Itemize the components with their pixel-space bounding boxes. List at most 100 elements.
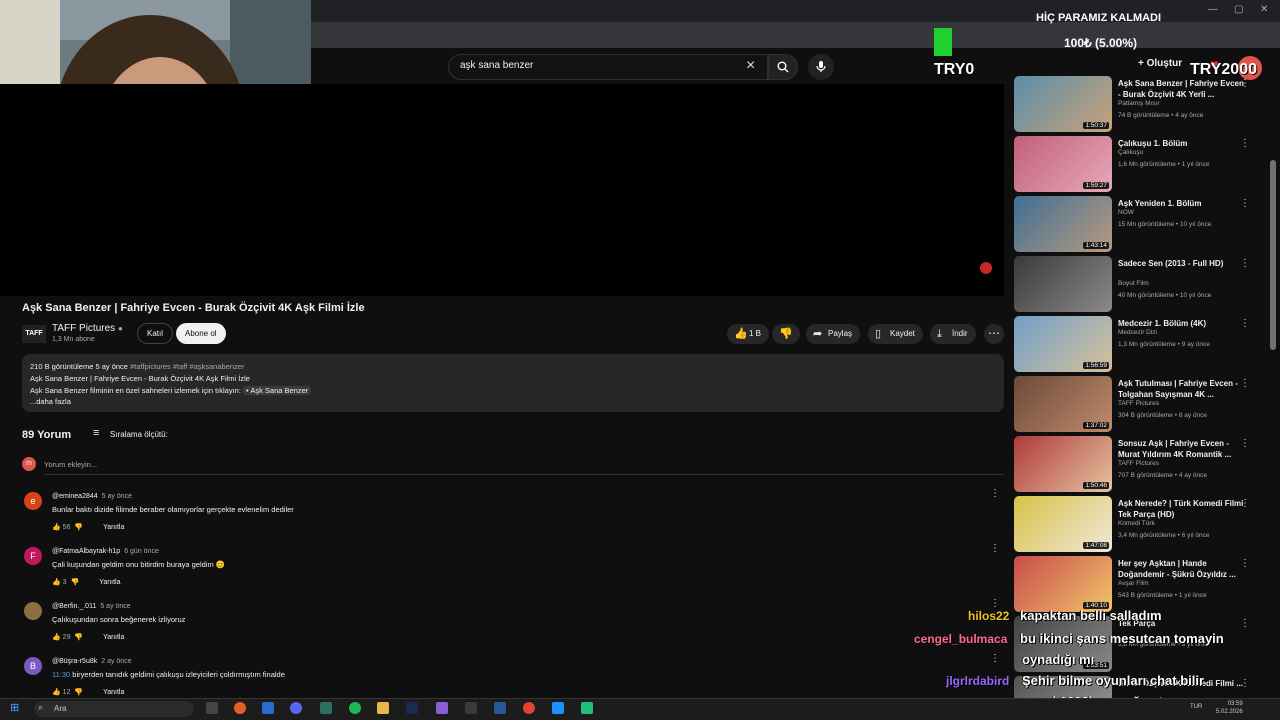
comment-menu-icon[interactable]: ⋮ (990, 653, 1000, 664)
comment-menu-icon[interactable]: ⋮ (990, 488, 1000, 499)
recommended-channel[interactable]: Komedi Türk (1118, 520, 1155, 527)
app-icon[interactable] (320, 702, 332, 714)
download-button[interactable]: ⤓ İndir (930, 324, 976, 344)
video-thumbnail[interactable] (1014, 256, 1112, 312)
spotify-icon[interactable] (349, 702, 361, 714)
dislike-icon[interactable]: 👎 (74, 689, 83, 696)
recommended-video[interactable]: 1:50:46 Sonsuz Aşk | Fahriye Evcen - Mur… (1014, 436, 1264, 494)
recommended-title[interactable]: Sadece Sen (2013 - Full HD) (1118, 258, 1244, 269)
video-thumbnail[interactable]: 1:47:08 (1014, 496, 1112, 552)
recommended-title[interactable]: Her şey Aşktan | Hande Doğandemir - Şükr… (1118, 558, 1244, 580)
comment-avatar[interactable]: F (24, 547, 42, 565)
reply-button[interactable]: Yanıtla (103, 634, 124, 641)
dislike-icon[interactable]: 👎 (74, 524, 83, 531)
app-icon[interactable] (552, 702, 564, 714)
app-icon[interactable] (581, 702, 593, 714)
dislike-button[interactable]: 👎 (772, 324, 800, 344)
recommended-channel[interactable]: TAFF Pictures (1118, 460, 1159, 467)
playlist-link[interactable]: • Aşk Sana Benzer (243, 386, 312, 395)
recommended-video[interactable]: 1:50:37 Aşk Sana Benzer | Fahriye Evcen … (1014, 76, 1264, 134)
recommended-title[interactable]: Aşk Yeniden 1. Bölüm (1118, 198, 1244, 209)
browser-icon[interactable] (234, 702, 246, 714)
keyboard-language[interactable]: TUR (1190, 704, 1202, 710)
search-query[interactable]: aşk sana benzer (460, 60, 533, 71)
comment-timestamp-link[interactable]: 11:30 (52, 670, 70, 679)
video-thumbnail[interactable]: 1:40:10 (1014, 556, 1112, 612)
reply-button[interactable]: Yanıtla (103, 689, 124, 696)
video-thumbnail[interactable]: 1:37:02 (1014, 376, 1112, 432)
show-more-link[interactable]: ...daha fazla (30, 397, 71, 406)
recommended-video[interactable]: Sadece Sen (2013 - Full HD) Boyut Film 4… (1014, 256, 1264, 314)
chrome-icon[interactable] (523, 702, 535, 714)
video-thumbnail[interactable]: 1:50:46 (1014, 436, 1112, 492)
subscribe-button[interactable]: Abone ol (176, 323, 226, 344)
like-button[interactable]: 👍 1 B (727, 324, 770, 344)
share-button[interactable]: ➦ Paylaş (806, 324, 861, 344)
video-menu-icon[interactable]: ⋮ (1240, 498, 1250, 509)
recommended-title[interactable]: Medcezir 1. Bölüm (4K) (1118, 318, 1244, 329)
add-comment-input[interactable]: Yorum ekleyin... (44, 460, 97, 469)
video-menu-icon[interactable]: ⋮ (1240, 258, 1250, 269)
video-menu-icon[interactable]: ⋮ (1240, 378, 1250, 389)
scrollbar[interactable] (1270, 160, 1276, 350)
task-view-icon[interactable] (206, 702, 218, 714)
like-icon[interactable]: 👍 (52, 634, 61, 641)
comment-author[interactable]: @FatmaAlbayrak-h1p 6 gün önce (52, 548, 159, 555)
comment-author[interactable]: @Büşra-r5u8k 2 ay önce (52, 658, 132, 665)
join-button[interactable]: Katıl (137, 323, 174, 344)
close-window-icon[interactable]: ✕ (1260, 4, 1268, 15)
recommended-video[interactable]: 1:40:10 Her şey Aşktan | Hande Doğandemi… (1014, 556, 1264, 614)
video-menu-icon[interactable]: ⋮ (1240, 198, 1250, 209)
more-actions-button[interactable]: ⋯ (984, 324, 1004, 344)
recommended-video[interactable]: 1:37:02 Aşk Tutulması | Fahriye Evcen - … (1014, 376, 1264, 434)
comment-author[interactable]: @Berfin._.011 5 ay önce (52, 603, 131, 610)
like-icon[interactable]: 👍 (52, 689, 61, 696)
recommended-video[interactable]: 1:59:27 Çalıkuşu 1. Bölüm Çalıkuşu 1,6 M… (1014, 136, 1264, 194)
video-player[interactable] (0, 84, 1004, 296)
dislike-icon[interactable]: 👎 (74, 634, 83, 641)
app-icon[interactable] (465, 702, 477, 714)
search-button[interactable] (768, 54, 798, 80)
like-icon[interactable]: 👍 (52, 524, 61, 531)
recommended-title[interactable]: Aşk Nerede? | Türk Komedi Filmi Tek Parç… (1118, 498, 1244, 520)
recommended-title[interactable]: Aşk Sana Benzer | Fahriye Evcen - Burak … (1118, 78, 1244, 100)
channel-avatar[interactable]: TAFF (22, 325, 46, 343)
save-button[interactable]: ▯ Kaydet (868, 324, 923, 344)
video-thumbnail[interactable]: 1:50:37 (1014, 76, 1112, 132)
like-icon[interactable]: 👍 (52, 579, 61, 586)
recommended-channel[interactable]: Çalıkuşu (1118, 149, 1143, 156)
video-menu-icon[interactable]: ⋮ (1240, 318, 1250, 329)
windows-start-icon[interactable]: ⊞ (10, 701, 19, 714)
comment-avatar[interactable] (24, 602, 42, 620)
video-menu-icon[interactable]: ⋮ (1240, 558, 1250, 569)
clock[interactable]: 03:59 5.02.2026 (1216, 700, 1243, 716)
dislike-icon[interactable]: 👎 (70, 579, 79, 586)
video-menu-icon[interactable]: ⋮ (1240, 678, 1250, 689)
sort-button[interactable]: Sıralama ölçütü: (110, 430, 168, 439)
hashtags[interactable]: #taffpictures #taff #aşksanabenzer (130, 362, 244, 371)
video-menu-icon[interactable]: ⋮ (1240, 438, 1250, 449)
recommended-video[interactable]: 1:43:14 Aşk Yeniden 1. Bölüm NOW 15 Mn g… (1014, 196, 1264, 254)
comment-menu-icon[interactable]: ⋮ (990, 598, 1000, 609)
recommended-title[interactable]: Çalıkuşu 1. Bölüm (1118, 138, 1244, 149)
app-icon[interactable] (436, 702, 448, 714)
minimize-icon[interactable]: — (1208, 4, 1218, 15)
video-thumbnail[interactable]: 1:56:59 (1014, 316, 1112, 372)
reply-button[interactable]: Yanıtla (99, 579, 120, 586)
video-menu-icon[interactable]: ⋮ (1240, 618, 1250, 629)
comment-avatar[interactable]: e (24, 492, 42, 510)
video-thumbnail[interactable]: 1:59:27 (1014, 136, 1112, 192)
recommended-channel[interactable]: TAFF Pictures (1118, 400, 1159, 407)
recommended-video[interactable]: 1:47:08 Aşk Nerede? | Türk Komedi Filmi … (1014, 496, 1264, 554)
recommended-channel[interactable]: NOW (1118, 209, 1134, 216)
comment-author[interactable]: @eminea2844 5 ay önce (52, 493, 132, 500)
discord-icon[interactable] (290, 702, 302, 714)
recommended-channel[interactable]: Medcezir Dizi (1118, 329, 1157, 336)
sort-icon[interactable]: ≡ (93, 427, 99, 439)
comment-avatar[interactable]: B (24, 657, 42, 675)
video-thumbnail[interactable]: 1:43:14 (1014, 196, 1112, 252)
video-menu-icon[interactable]: ⋮ (1240, 78, 1250, 89)
recommended-channel[interactable]: Avşar Film (1118, 580, 1149, 587)
reply-button[interactable]: Yanıtla (103, 524, 124, 531)
app-icon[interactable] (262, 702, 274, 714)
